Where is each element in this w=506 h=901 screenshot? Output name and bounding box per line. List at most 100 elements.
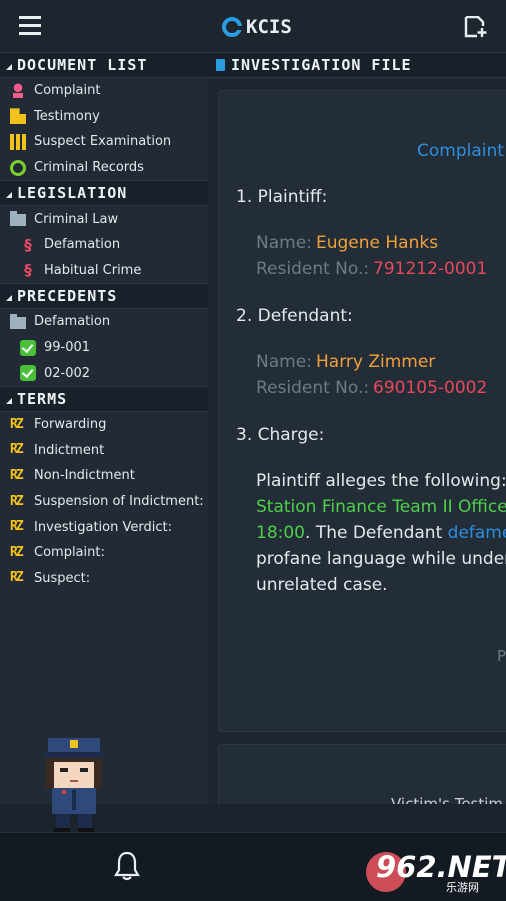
sidebar-item-label: Defamation <box>44 237 121 253</box>
charge-keyword[interactable]: defame <box>448 523 506 543</box>
sidebar-term-indictment[interactable]: RZ Indictment <box>0 438 208 464</box>
watermark-logo: 962.NET 乐游网 <box>366 850 506 894</box>
app-logo: KCIS <box>222 14 292 40</box>
kcis-logo-icon <box>222 17 243 37</box>
sidebar-term-complaint[interactable]: RZ Complaint: <box>0 540 208 566</box>
bell-icon[interactable] <box>114 851 140 881</box>
sidebar-term-suspect[interactable]: RZ Suspect: <box>0 566 208 592</box>
section-title: DOCUMENT LIST <box>17 56 148 74</box>
term-icon: RZ <box>10 519 24 535</box>
charge-location[interactable]: Station Finance Team II Office <box>256 497 506 517</box>
document-title: Complaint <box>417 141 504 161</box>
investigation-content[interactable]: Complaint 1. Plaintiff: Name: Eugene Han… <box>208 78 506 804</box>
sidebar-item-label: Defamation <box>34 314 111 330</box>
sidebar-item-label: Criminal Law <box>34 211 119 227</box>
sidebar-item-criminal-records[interactable]: Criminal Records <box>0 155 208 181</box>
charge-line-1: Plaintiff alleges the following: <box>256 471 506 491</box>
section-law-icon: § <box>24 235 32 254</box>
plaintiff-name-label: Name: <box>256 233 312 253</box>
sidebar-folder-criminal-law[interactable]: Criminal Law <box>0 206 208 232</box>
term-icon: RZ <box>10 493 24 509</box>
sidebar-item-label: Complaint <box>34 83 101 99</box>
document-icon <box>216 59 225 71</box>
plaintiff-name[interactable]: Eugene Hanks <box>316 233 438 253</box>
charge-line-4: profane language while under <box>256 549 506 569</box>
examination-icon <box>10 133 26 150</box>
sidebar-item-label: Habitual Crime <box>44 262 142 278</box>
section-terms[interactable]: TERMS <box>0 385 208 412</box>
term-icon: RZ <box>10 442 24 458</box>
charge-line-5: unrelated case. <box>256 575 388 595</box>
check-icon <box>20 365 36 382</box>
sidebar-item-label: Indictment <box>34 442 105 458</box>
collapse-triangle-icon <box>6 192 12 199</box>
collapse-triangle-icon <box>6 295 12 302</box>
sidebar-item-label: Suspect: <box>34 570 91 586</box>
plaintiff-heading: 1. Plaintiff: <box>236 187 328 207</box>
app-name: KCIS <box>246 16 292 38</box>
police-officer-avatar[interactable] <box>38 732 110 836</box>
term-icon: RZ <box>10 570 24 586</box>
top-bar: KCIS <box>0 0 506 52</box>
victim-testimony-card[interactable]: Victim's Testim <box>218 744 506 804</box>
sidebar-folder-defamation[interactable]: Defamation <box>0 309 208 335</box>
sidebar-item-habitual-crime[interactable]: § Habitual Crime <box>0 258 208 284</box>
section-document-list[interactable]: DOCUMENT LIST <box>0 52 208 78</box>
sidebar-item-defamation-law[interactable]: § Defamation <box>0 232 208 258</box>
sidebar-item-label: Suspension of Indictment: <box>34 494 204 510</box>
sidebar-item-label: Complaint: <box>34 545 105 561</box>
charge-heading: 3. Charge: <box>236 425 325 445</box>
panel-title: INVESTIGATION FILE <box>231 56 412 74</box>
new-document-icon[interactable] <box>464 16 490 38</box>
testimony-icon <box>10 108 26 125</box>
charge-time[interactable]: 18:00 <box>256 523 305 543</box>
sidebar-term-forwarding[interactable]: RZ Forwarding <box>0 412 208 438</box>
term-icon: RZ <box>10 416 24 432</box>
section-title: LEGISLATION <box>17 184 128 203</box>
section-law-icon: § <box>24 261 32 280</box>
watermark-text: 962.NET <box>376 850 506 884</box>
records-icon <box>10 159 26 176</box>
sidebar: DOCUMENT LIST Complaint Testimony Suspec… <box>0 52 208 804</box>
sidebar-item-label: Forwarding <box>34 417 107 433</box>
sidebar-item-label: Non-Indictment <box>34 468 135 484</box>
sidebar-term-investigation-verdict[interactable]: RZ Investigation Verdict: <box>0 514 208 540</box>
term-icon: RZ <box>10 467 24 483</box>
sidebar-item-label: Suspect Examination <box>34 134 172 150</box>
section-legislation[interactable]: LEGISLATION <box>0 180 208 207</box>
truncated-text: P <box>497 647 506 665</box>
sidebar-term-non-indictment[interactable]: RZ Non-Indictment <box>0 463 208 489</box>
section-precedents[interactable]: PRECEDENTS <box>0 283 208 310</box>
collapse-triangle-icon <box>6 64 12 70</box>
sidebar-item-suspect-examination[interactable]: Suspect Examination <box>0 129 208 155</box>
plaintiff-resident-label: Resident No.: <box>256 259 370 279</box>
hamburger-menu-icon[interactable] <box>19 16 41 35</box>
charge-text: . The Defendant <box>305 523 448 543</box>
sidebar-item-testimony[interactable]: Testimony <box>0 104 208 130</box>
sidebar-item-label: 02-002 <box>44 365 91 381</box>
sidebar-item-label: Investigation Verdict: <box>34 519 172 535</box>
watermark-subtext: 乐游网 <box>446 881 479 894</box>
sidebar-item-label: Criminal Records <box>34 160 144 176</box>
defendant-resident-label: Resident No.: <box>256 378 370 398</box>
sidebar-item-precedent-02-002[interactable]: 02-002 <box>0 360 208 386</box>
collapse-triangle-icon <box>6 397 12 404</box>
defendant-name[interactable]: Harry Zimmer <box>316 352 435 372</box>
sidebar-item-precedent-99-001[interactable]: 99-001 <box>0 335 208 361</box>
complaint-person-icon <box>10 82 26 99</box>
sidebar-item-label: 99-001 <box>44 340 91 356</box>
sidebar-item-complaint[interactable]: Complaint <box>0 78 208 104</box>
sidebar-term-suspension[interactable]: RZ Suspension of Indictment: <box>0 489 208 515</box>
victim-testimony-title: Victim's Testim <box>391 795 504 804</box>
check-icon <box>20 339 36 356</box>
investigation-file-header: INVESTIGATION FILE <box>208 52 506 78</box>
sidebar-item-label: Testimony <box>34 108 100 124</box>
term-icon: RZ <box>10 544 24 560</box>
plaintiff-resident-no[interactable]: 791212-0001 <box>373 259 487 279</box>
folder-icon <box>10 211 26 228</box>
charge-line-3: 18:00. The Defendant defame <box>256 523 506 543</box>
defendant-heading: 2. Defendant: <box>236 306 353 326</box>
section-title: TERMS <box>17 389 68 408</box>
defendant-resident-no[interactable]: 690105-0002 <box>373 378 487 398</box>
complaint-document-card[interactable]: Complaint 1. Plaintiff: Name: Eugene Han… <box>218 90 506 732</box>
